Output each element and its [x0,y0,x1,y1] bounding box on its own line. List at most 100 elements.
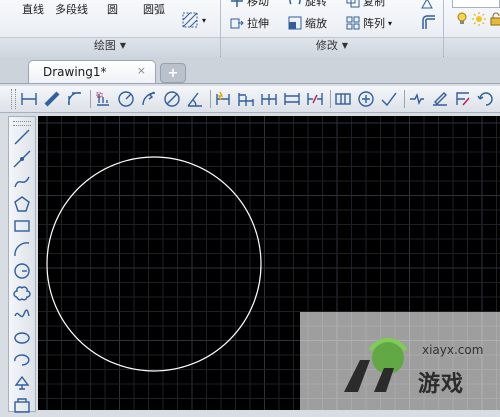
toolbar-separator [404,90,405,108]
jogged-dim-button[interactable] [140,90,158,108]
dim-break-button[interactable] [306,90,324,108]
document-tab-bar: Drawing1* × + [0,57,500,84]
center-mark-button[interactable] [357,90,375,108]
ordinate-dim-button[interactable] [94,90,112,108]
arc-length-dim-button[interactable] [66,90,84,108]
move-label: 移动 [247,0,269,8]
tab-drawing1[interactable]: Drawing1* × [28,60,156,83]
tab-drawing1-label: Drawing1* [43,65,107,79]
polygon-button[interactable] [13,195,31,213]
hatch-icon [182,12,198,28]
sun-icon[interactable] [472,12,486,26]
rotate-icon [289,0,301,5]
arc-button[interactable] [13,240,31,258]
jogged-linear-button[interactable] [408,90,426,108]
ellipse-icon [14,331,30,344]
line-icon [14,129,30,145]
modify-panel-title[interactable]: 修改 ▼ [221,38,443,54]
make-block-icon [14,397,30,413]
rotate-label: 旋转 [305,0,327,8]
explode-icon [421,0,433,9]
jogged-dim-icon [142,91,156,106]
dim-break-icon [307,93,323,105]
circle-button[interactable] [13,262,31,280]
watermark-site: xiayx.com [422,343,484,357]
ellipse-button[interactable] [13,329,31,347]
move-button[interactable]: 移动 [230,0,269,8]
inspect-button[interactable] [380,90,398,108]
close-icon[interactable]: × [137,64,146,77]
dimension-toolbar [0,86,500,113]
circle-button[interactable]: 圆 [107,1,118,17]
toolbar-grip[interactable] [13,121,31,126]
revision-cloud-icon [13,286,31,301]
stretch-label: 拉伸 [247,17,269,30]
arc-button[interactable]: 圆弧 [143,1,165,17]
quick-dim-button[interactable] [214,90,232,108]
arc-icon [14,241,30,256]
drawn-circle[interactable] [46,156,262,372]
center-mark-icon [358,91,374,107]
offset-icon [422,15,435,29]
jogged-linear-icon [410,92,424,106]
construction-line-button[interactable] [13,150,31,168]
dim-space-icon [284,93,300,105]
polyline-icon [14,176,30,187]
array-icon [346,16,360,30]
array-button[interactable]: 阵列 ▾ [346,15,392,31]
tolerance-button[interactable] [334,90,352,108]
draw-panel-title[interactable]: 绘图 ▼ [0,38,220,54]
line-button[interactable] [13,128,31,146]
continue-dim-button[interactable] [260,90,278,108]
dim-edit-button[interactable] [431,90,449,108]
plus-icon: + [167,65,179,81]
rectangle-button[interactable] [13,217,31,235]
tolerance-icon [335,93,351,105]
dim-space-button[interactable] [283,90,301,108]
array-dropdown-icon[interactable]: ▾ [388,19,392,28]
lightbulb-icon[interactable] [455,12,469,26]
spline-button[interactable] [13,306,31,324]
arc-length-dim-icon [68,92,82,106]
dim-update-button[interactable] [477,90,495,108]
modify-extra-button[interactable] [420,0,434,10]
insert-block-button[interactable] [13,373,31,391]
toolbar-separator [90,90,91,108]
dim-update-icon [477,92,493,106]
layer-dropdown[interactable] [452,0,500,8]
hatch-button[interactable]: ▾ [181,11,206,29]
aligned-dim-button[interactable] [43,90,61,108]
make-block-button[interactable] [13,396,31,414]
line-button[interactable]: 直线 [22,1,44,17]
aligned-dim-icon [44,91,60,107]
construction-line-icon [13,150,31,168]
hatch-dropdown-icon[interactable]: ▾ [202,16,206,25]
ellipse-arc-button[interactable] [13,351,31,369]
draw-panel-title-label: 绘图 [93,39,116,52]
stretch-button[interactable]: 拉伸 [230,15,269,31]
angular-dim-button[interactable] [186,90,204,108]
polygon-icon [14,196,30,212]
circle-label: 圆 [107,3,118,16]
radius-dim-button[interactable] [117,90,135,108]
draw-toolbar [8,116,36,414]
line-label: 直线 [22,3,44,16]
chevron-down-icon: ▼ [119,41,127,50]
toolbar-separator [330,90,331,108]
radius-dim-icon [118,91,134,107]
new-tab-button[interactable]: + [160,63,186,83]
offset-button[interactable] [420,14,438,32]
angular-dim-icon [187,92,202,107]
lock-open-icon[interactable] [489,12,500,26]
polyline-button[interactable] [13,173,31,191]
dim-text-edit-button[interactable] [454,90,472,108]
copy-button[interactable]: 复制 [346,0,385,8]
rotate-button[interactable]: 旋转 [288,0,327,8]
diameter-dim-button[interactable] [163,90,181,108]
baseline-dim-button[interactable] [237,90,255,108]
scale-button[interactable]: 缩放 [288,15,327,31]
revision-cloud-button[interactable] [13,284,31,302]
polyline-button[interactable]: 多段线 [55,1,88,17]
toolbar-grip[interactable] [11,89,16,109]
linear-dim-button[interactable] [20,90,38,108]
